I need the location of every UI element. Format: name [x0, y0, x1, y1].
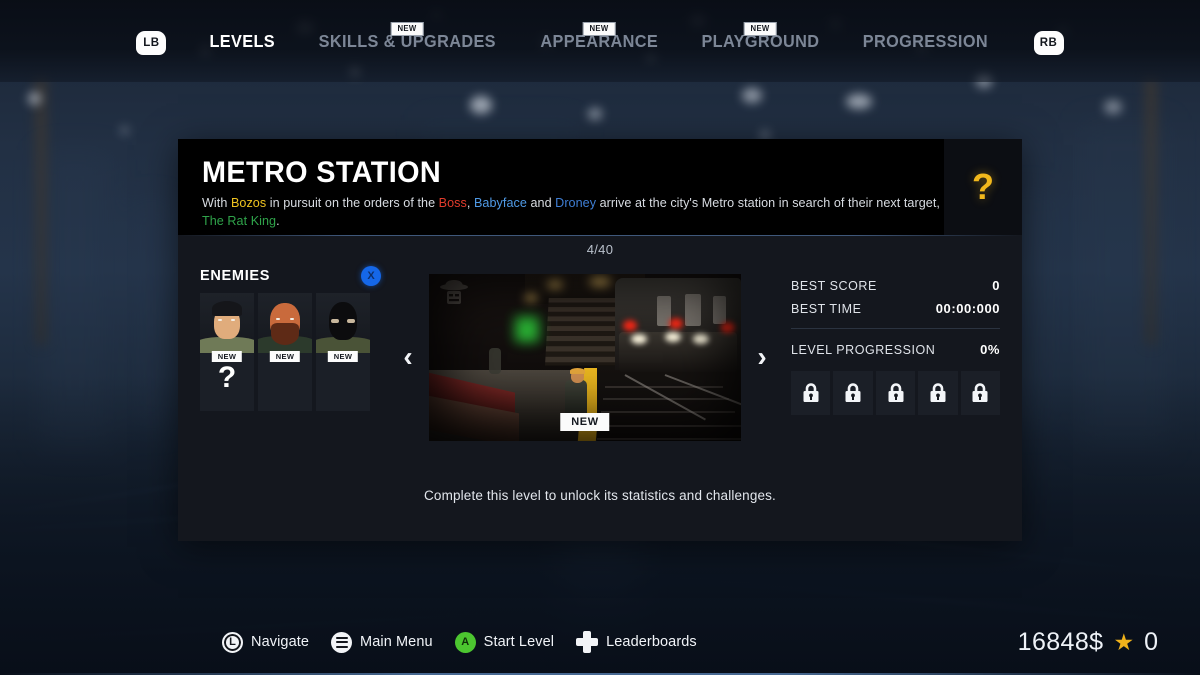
challenge-lock-3[interactable]	[875, 371, 916, 415]
bottom-control-bar: L Navigate Main Menu A Start Level Leade…	[0, 609, 1200, 675]
stat-best-time-label: BEST TIME	[791, 301, 862, 316]
hint-start-level-label: Start Level	[483, 634, 555, 650]
stat-best-time: BEST TIME 00:00:000	[791, 297, 1000, 320]
desc-part-5: arrive at the city's Metro station in se…	[596, 195, 940, 210]
enemy-card-cap-thug[interactable]: NEW ?	[200, 293, 254, 411]
stat-best-score: BEST SCORE 0	[791, 274, 1000, 297]
challenge-lock-2[interactable]	[833, 371, 873, 415]
tab-playground-new-badge: NEW	[744, 22, 777, 36]
tab-levels[interactable]: LEVELS	[194, 0, 291, 82]
stat-best-score-label: BEST SCORE	[791, 278, 877, 293]
hint-navigate-label: Navigate	[251, 634, 310, 650]
page-title: METRO STATION	[202, 156, 442, 189]
level-counter-row: 4/40	[178, 236, 1022, 262]
desc-rat-king: The Rat King	[202, 213, 277, 228]
unlock-note: Complete this level to unlock its statis…	[178, 452, 1022, 538]
level-description: With Bozos in pursuit on the orders of t…	[202, 195, 947, 231]
tab-levels-label: LEVELS	[209, 30, 276, 51]
desc-bozos: Bozos	[230, 195, 267, 210]
stat-level-progression: LEVEL PROGRESSION 0%	[791, 338, 1000, 361]
level-detail-panel: METRO STATION With Bozos in pursuit on t…	[178, 139, 1022, 541]
lock-icon	[930, 383, 946, 402]
enemy-portrait-cap-thug	[200, 293, 254, 353]
level-preview-image[interactable]: NEW	[429, 273, 741, 441]
right-bumper-button[interactable]: RB	[1033, 31, 1064, 55]
enemies-section: ENEMIES X NEW ? NEW NEW	[178, 262, 393, 452]
stat-progression-label: LEVEL PROGRESSION	[791, 342, 936, 357]
hint-main-menu[interactable]: Main Menu	[331, 631, 433, 653]
level-stats-section: BEST SCORE 0 BEST TIME 00:00:000 LEVEL P…	[777, 262, 1022, 452]
desc-part-2: in pursuit on the orders of the	[266, 195, 439, 210]
hint-main-menu-label: Main Menu	[360, 634, 433, 650]
enemies-toggle-button[interactable]: X	[361, 266, 381, 286]
question-mark-icon: ?	[972, 166, 994, 207]
enemy-new-badge: NEW	[327, 351, 359, 363]
enemies-grid: NEW ? NEW NEW	[200, 293, 385, 411]
desc-part-3: ,	[466, 195, 474, 210]
tab-skills-new-badge: NEW	[390, 22, 424, 36]
enemy-new-badge: NEW	[211, 351, 243, 363]
lock-icon	[845, 383, 861, 402]
lock-icon	[888, 383, 904, 402]
left-bumper-button[interactable]: LB	[136, 31, 167, 55]
level-header: METRO STATION With Bozos in pursuit on t…	[178, 139, 1022, 235]
star-icon: ★	[1113, 628, 1135, 655]
challenge-lock-5[interactable]	[960, 371, 1001, 415]
help-button[interactable]: ?	[944, 139, 1022, 235]
tab-progression-label: PROGRESSION	[862, 30, 988, 51]
a-button-icon: A	[454, 631, 476, 653]
enemy-new-badge: NEW	[269, 351, 301, 363]
hint-start-level[interactable]: A Start Level	[454, 631, 555, 653]
enemies-title: ENEMIES	[200, 268, 271, 284]
challenge-lock-4[interactable]	[918, 371, 958, 415]
stat-progression-value: 0%	[980, 342, 1000, 357]
tab-appearance[interactable]: NEW APPEARANCE	[525, 0, 674, 82]
tab-appearance-new-badge: NEW	[583, 22, 616, 36]
stat-best-score-value: 0	[992, 278, 1000, 293]
next-level-arrow[interactable]: ›	[749, 343, 775, 371]
left-stick-icon: L	[222, 631, 243, 653]
challenge-lock-1[interactable]	[791, 371, 831, 415]
tab-playground[interactable]: NEW PLAYGROUND	[686, 0, 836, 82]
enemy-card-bearded-brute[interactable]: NEW	[258, 293, 312, 411]
hint-navigate[interactable]: L Navigate	[222, 631, 310, 653]
enemy-locked-placeholder: ?	[217, 361, 237, 394]
challenge-locks-row	[791, 371, 1001, 415]
panel-content: ENEMIES X NEW ? NEW NEW ‹ NEW › BEST SCO…	[178, 262, 1022, 452]
desc-droney: Droney	[555, 195, 597, 210]
lock-icon	[972, 383, 988, 402]
tab-skills-upgrades[interactable]: NEW SKILLS & UPGRADES	[303, 0, 512, 82]
desc-part-4: and	[526, 195, 556, 210]
money-amount: 16848$	[1017, 627, 1104, 656]
desc-boss: Boss	[438, 195, 467, 210]
stats-separator	[791, 328, 1000, 329]
lock-icon	[803, 383, 819, 402]
previous-level-arrow[interactable]: ‹	[395, 343, 421, 371]
level-counter: 4/40	[586, 241, 614, 257]
preview-new-badge: NEW	[560, 412, 610, 431]
stat-best-time-value: 00:00:000	[935, 301, 1000, 316]
control-hints: L Navigate Main Menu A Start Level Leade…	[222, 631, 697, 653]
enemy-portrait-bearded-brute	[258, 293, 312, 353]
hint-leaderboards-label: Leaderboards	[606, 634, 697, 650]
currency-display: 16848$ ★ 0	[1018, 628, 1158, 657]
menu-icon	[331, 631, 353, 653]
hint-leaderboards[interactable]: Leaderboards	[576, 631, 697, 653]
desc-babyface: Babyface	[473, 195, 527, 210]
stars-amount: 0	[1144, 627, 1158, 656]
desc-part-1: With	[202, 195, 231, 210]
navigation-tabs: LB LEVELS NEW SKILLS & UPGRADES NEW APPE…	[0, 0, 1200, 82]
enemy-card-balaclava-man[interactable]: NEW	[316, 293, 370, 411]
desc-part-6: .	[276, 213, 280, 228]
enemies-header: ENEMIES X	[200, 262, 385, 290]
tab-progression[interactable]: PROGRESSION	[847, 0, 1004, 82]
dpad-icon	[576, 631, 599, 653]
level-preview-section: ‹ NEW ›	[393, 262, 777, 452]
enemy-portrait-balaclava-man	[316, 293, 370, 353]
